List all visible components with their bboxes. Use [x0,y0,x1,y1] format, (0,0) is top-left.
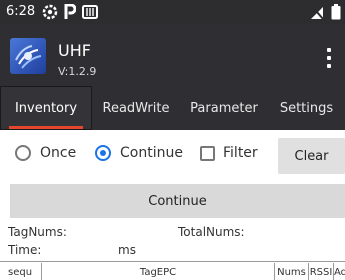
continue-mode-label[interactable]: Continue [120,145,183,161]
once-radio[interactable] [15,145,31,161]
tab-parameter[interactable]: Parameter [180,86,268,130]
time-label: Time: [8,243,42,257]
filter-label[interactable]: Filter [223,145,258,161]
uhf-app-logo [10,38,46,74]
tab-bar: Inventory ReadWrite Parameter Settings [0,86,345,130]
keyboard-icon [82,5,98,19]
tab-readwrite[interactable]: ReadWrite [92,86,180,130]
column-header-sequ: sequ [0,263,42,280]
tab-active-indicator [9,126,83,129]
filter-checkbox[interactable] [200,146,215,161]
app-version: V:1.2.9 [58,65,97,78]
tagnums-label: TagNums: [8,225,67,239]
once-label[interactable]: Once [40,145,76,161]
tab-readwrite-label: ReadWrite [102,100,170,116]
no-signal-icon [310,4,324,20]
column-header-rssi: RSSI [309,263,334,280]
app-bar: UHF V:1.2.9 [0,24,345,86]
clear-button[interactable]: Clear [278,138,345,174]
parking-p-icon [64,4,76,19]
continue-radio[interactable] [95,145,111,161]
status-bar: 6:28 [0,0,345,24]
tab-parameter-label: Parameter [190,100,258,116]
tab-inventory[interactable]: Inventory [0,86,92,130]
column-header-nums: Nums [275,263,309,280]
battery-icon [331,4,341,20]
app-title: UHF [58,41,91,60]
column-header-tagepc: TagEPC [42,263,275,280]
settings-gear-icon [42,4,58,20]
tab-settings[interactable]: Settings [268,86,345,130]
continue-button[interactable]: Continue [10,184,345,218]
column-header-add: Add [334,266,345,278]
totalnums-label: TotalNums: [178,225,245,239]
overflow-menu-icon[interactable] [321,46,337,70]
tab-settings-label: Settings [279,100,334,116]
status-time: 6:28 [6,4,36,19]
time-unit: ms [118,243,136,257]
table-header: sequ TagEPC Nums RSSI Add [0,261,345,280]
tab-inventory-label: Inventory [14,100,78,116]
